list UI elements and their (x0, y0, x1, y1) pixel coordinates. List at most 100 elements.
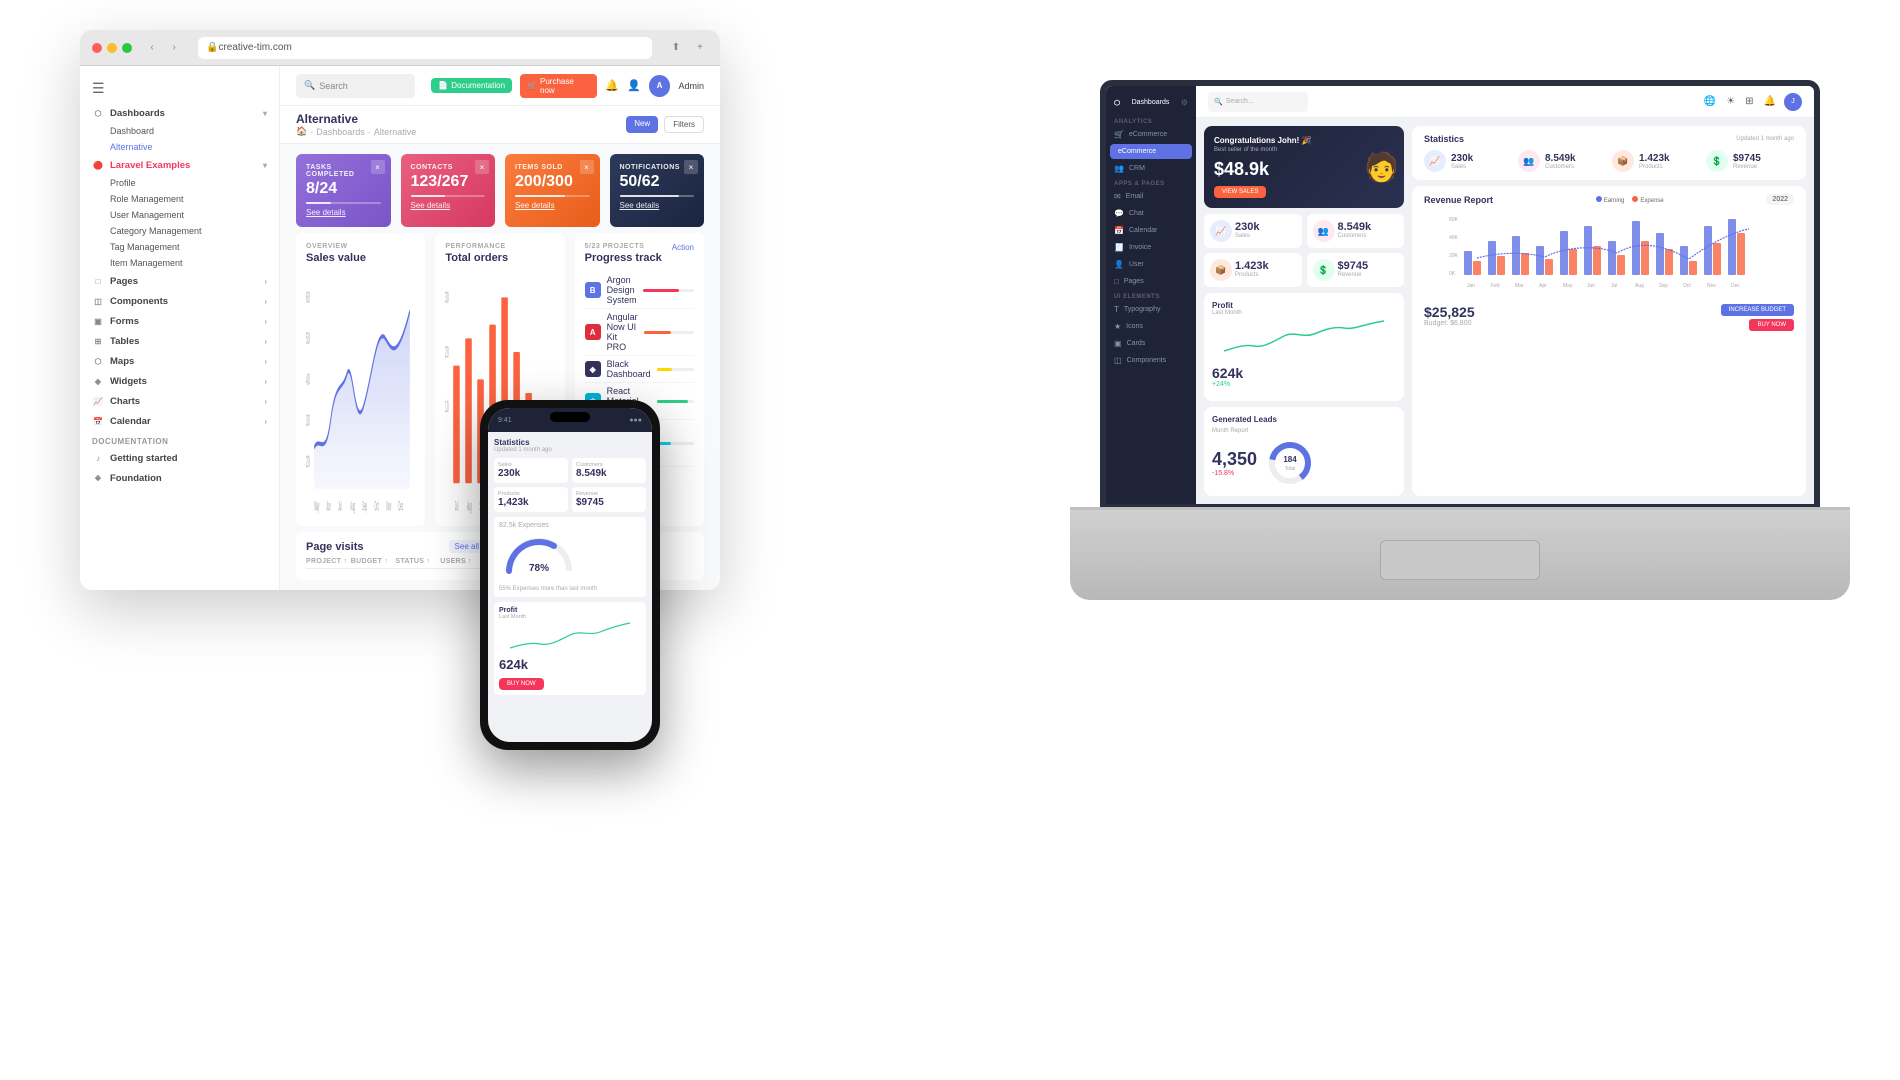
sidebar-item-profile[interactable]: Profile (80, 175, 279, 191)
close-dot[interactable] (92, 43, 102, 53)
alternative-text: Alternative (110, 142, 153, 152)
year-select[interactable]: 2022 (1766, 194, 1794, 205)
pages-icon: □ (92, 275, 104, 287)
progress-action-button[interactable]: Action (672, 243, 694, 252)
stat-link-contacts[interactable]: See details (411, 201, 486, 210)
stat-link-notifications[interactable]: See details (620, 201, 695, 210)
notification-icon[interactable]: 🔔 (605, 79, 619, 92)
sidebar-group-laravel[interactable]: 🔴 Laravel Examples ▾ (80, 155, 279, 175)
sidebar-item-pages[interactable]: □ Pages › (80, 271, 279, 291)
new-button[interactable]: New (626, 116, 658, 133)
admin-avatar[interactable]: A (649, 75, 671, 97)
sidebar-item-charts[interactable]: 📈 Charts › (80, 391, 279, 411)
sidebar-item-user[interactable]: User Management (80, 207, 279, 223)
stat-link-tasks[interactable]: See details (306, 208, 381, 217)
sidebar-item-tables[interactable]: ⊞ Tables › (80, 331, 279, 351)
back-icon[interactable]: ‹ (144, 40, 160, 56)
progress-track-title: Progress track (585, 252, 662, 264)
address-bar[interactable]: 🔒 creative-tim.com (198, 37, 652, 59)
sidebar-item-forms[interactable]: ▣ Forms › (80, 311, 279, 331)
laptop-item-user[interactable]: 👤 User (1106, 256, 1196, 273)
laptop-notification-icon[interactable]: 🔔 (1764, 96, 1776, 107)
docs-button[interactable]: 📄 Documentation (431, 78, 512, 93)
laptop-search-box[interactable]: 🔍 Search... (1208, 92, 1308, 112)
laptop-item-cards[interactable]: ▣ Cards (1106, 335, 1196, 352)
laptop-item-email[interactable]: ✉ Email (1106, 188, 1196, 205)
sales-chart-panel: Overview Sales value 60 50 40 (296, 233, 425, 526)
laptop-item-calendar[interactable]: 📅 Calendar (1106, 222, 1196, 239)
orders-chart-label: Performance (445, 243, 554, 250)
laptop-item-typography[interactable]: T Typography (1106, 301, 1196, 318)
browser-dots (92, 43, 132, 53)
products-stat-value: 1.423k (1235, 260, 1269, 272)
laptop-item-ecommerce-active[interactable]: eCommerce (1110, 144, 1192, 159)
sidebar-item-getting-started[interactable]: ♪ Getting started (80, 448, 279, 468)
sidebar-group-dashboards[interactable]: ⬡ Dashboards ▾ (80, 103, 279, 123)
angular-progress-fill (644, 331, 672, 334)
buy-now-button[interactable]: BUY NOW (1749, 319, 1794, 331)
page-visits-title: Page visits (306, 541, 363, 553)
svg-text:40: 40 (306, 370, 310, 389)
laptop-item-components[interactable]: ◫ Components (1106, 352, 1196, 369)
share-icon[interactable]: ⬆ (668, 40, 684, 56)
svg-text:Nov: Nov (386, 499, 391, 514)
sidebar-item-dashboard[interactable]: Dashboard (80, 123, 279, 139)
revenue-title: Revenue Report (1424, 195, 1493, 205)
laptop-item-chat[interactable]: 💬 Chat (1106, 205, 1196, 222)
laptop-section-analytics: Analytics (1106, 115, 1196, 126)
sidebar-item-maps[interactable]: ⬡ Maps › (80, 351, 279, 371)
sidebar-item-alternative[interactable]: Alternative (80, 139, 279, 155)
laptop-item-crm[interactable]: 👥 CRM (1106, 160, 1196, 177)
laptop-translate-icon[interactable]: 🌐 (1704, 96, 1716, 107)
stat-progress-fill-notifications (620, 195, 680, 197)
profit-title: Profit (1212, 301, 1396, 310)
stat-link-items[interactable]: See details (515, 201, 590, 210)
phone-profit-chart (499, 620, 641, 650)
admin-label: Admin (678, 81, 704, 91)
sidebar-item-calendar[interactable]: 📅 Calendar › (80, 411, 279, 431)
laptop-item-invoice[interactable]: 🧾 Invoice (1106, 239, 1196, 256)
sidebar-item-widgets[interactable]: ◈ Widgets › (80, 371, 279, 391)
chat-label: Chat (1129, 210, 1144, 217)
increase-budget-button[interactable]: INCREASE BUDGET (1721, 304, 1794, 316)
sidebar-item-foundation[interactable]: ❖ Foundation (80, 468, 279, 488)
user-icon[interactable]: 👤 (627, 79, 641, 92)
pages-label: Pages (1124, 278, 1144, 285)
forward-icon[interactable]: › (166, 40, 182, 56)
phone-stat-customers-value: 8.549k (576, 468, 642, 479)
search-box[interactable]: 🔍 Search (296, 74, 415, 98)
sidebar-item-item[interactable]: Item Management (80, 255, 279, 271)
laptop-item-ecommerce[interactable]: 🛒 eCommerce (1106, 126, 1196, 143)
svg-text:184: 184 (1283, 455, 1297, 464)
page-header-actions: New Filters (626, 116, 704, 133)
add-tab-icon[interactable]: + (692, 40, 708, 56)
icons-icon: ★ (1114, 322, 1121, 331)
sidebar-item-tag[interactable]: Tag Management (80, 239, 279, 255)
chevron-icon: › (264, 317, 267, 326)
sidebar-item-category[interactable]: Category Management (80, 223, 279, 239)
pages-icon: □ (1114, 277, 1119, 286)
argon-icon: B (585, 282, 601, 298)
maximize-dot[interactable] (122, 43, 132, 53)
widgets-icon: ◈ (92, 375, 104, 387)
laptop-grid-icon[interactable]: ⊞ (1745, 96, 1753, 107)
laptop-item-pages[interactable]: □ Pages (1106, 273, 1196, 290)
sidebar-item-role[interactable]: Role Management (80, 191, 279, 207)
phone-profit-gauge: 82.5k Expenses 78% 55% Expenses more tha… (494, 517, 646, 597)
sales-stat-label: Sales (1235, 233, 1259, 239)
laptop-avatar[interactable]: J (1784, 93, 1802, 111)
icons-label: Icons (1126, 323, 1143, 330)
laptop-item-icons[interactable]: ★ Icons (1106, 318, 1196, 335)
phone-buy-button[interactable]: BUY NOW (499, 678, 544, 690)
stat-progress-contacts (411, 195, 486, 197)
black-progress-bar (657, 368, 694, 371)
settings-icon[interactable]: ⚙ (1181, 98, 1188, 107)
purchase-button[interactable]: 🛒 Purchase now (520, 74, 597, 98)
hamburger-icon[interactable]: ☰ (80, 74, 279, 103)
laptop-theme-icon[interactable]: ☀ (1726, 96, 1735, 107)
laptop-section-ui: UI Elements (1106, 290, 1196, 301)
filters-button[interactable]: Filters (664, 116, 704, 133)
sidebar-item-components[interactable]: ◫ Components › (80, 291, 279, 311)
minimize-dot[interactable] (107, 43, 117, 53)
view-sales-button[interactable]: VIEW SALES (1214, 186, 1266, 198)
